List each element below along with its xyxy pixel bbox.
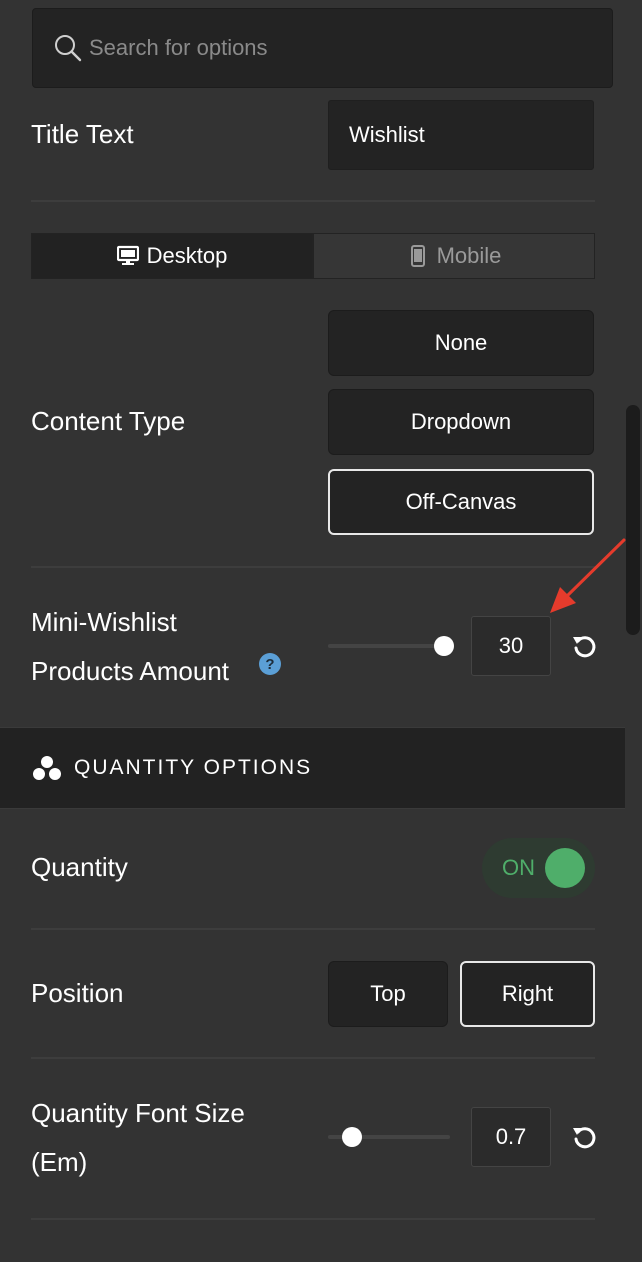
reset-icon[interactable] <box>571 633 597 659</box>
mobile-icon <box>410 245 425 267</box>
tab-mobile-label: Mobile <box>436 243 502 268</box>
mini-wishlist-label-line1: Mini-Wishlist <box>31 607 177 637</box>
device-tabs: Desktop Mobile <box>31 233 595 279</box>
scrollbar-thumb[interactable] <box>626 405 640 635</box>
position-top-button[interactable]: Top <box>328 961 448 1027</box>
search-input[interactable] <box>89 35 569 61</box>
divider <box>31 200 595 202</box>
divider <box>31 1218 595 1220</box>
quantity-toggle[interactable]: ON <box>482 838 595 898</box>
mini-wishlist-label-line2: Products Amount <box>31 656 229 686</box>
quantity-label: Quantity <box>31 852 128 882</box>
divider <box>31 566 595 568</box>
reset-icon[interactable] <box>571 1124 597 1150</box>
tab-desktop-label: Desktop <box>146 243 228 268</box>
content-type-off-canvas-button[interactable]: Off-Canvas <box>328 469 594 535</box>
desktop-icon <box>116 245 139 265</box>
font-size-label-line1: Quantity Font Size <box>31 1098 245 1128</box>
section-quantity-options: QUANTITY OPTIONS <box>0 727 625 809</box>
title-text-label: Title Text <box>31 119 134 149</box>
content-type-none-button[interactable]: None <box>328 310 594 376</box>
tab-desktop[interactable]: Desktop <box>32 234 312 278</box>
settings-panel: Title Text Wishlist Desktop Mobile Conte… <box>0 0 626 1262</box>
search-icon <box>55 35 82 62</box>
section-title: QUANTITY OPTIONS <box>74 756 313 779</box>
help-icon[interactable]: ? <box>259 653 281 675</box>
search-bar[interactable] <box>32 8 613 88</box>
content-type-dropdown-button[interactable]: Dropdown <box>328 389 594 455</box>
divider <box>31 1057 595 1059</box>
annotation-arrow-icon <box>550 538 626 613</box>
tab-mobile[interactable]: Mobile <box>312 234 594 278</box>
font-size-label-line2: (Em) <box>31 1147 88 1177</box>
mini-wishlist-amount-input[interactable]: 30 <box>471 616 551 676</box>
toggle-state-text: ON <box>502 855 535 880</box>
font-size-slider-thumb[interactable] <box>342 1127 363 1147</box>
content-type-label: Content Type <box>31 406 186 436</box>
toggle-knob <box>545 848 585 888</box>
mini-wishlist-slider-thumb[interactable] <box>433 636 454 656</box>
font-size-input[interactable]: 0.7 <box>471 1107 551 1167</box>
title-text-input[interactable]: Wishlist <box>328 100 594 170</box>
position-right-button[interactable]: Right <box>460 961 595 1027</box>
position-label: Position <box>31 978 124 1008</box>
scrollbar[interactable] <box>624 405 642 635</box>
circles-icon <box>33 756 61 780</box>
mini-wishlist-slider-track[interactable] <box>328 644 450 648</box>
divider <box>31 928 595 930</box>
